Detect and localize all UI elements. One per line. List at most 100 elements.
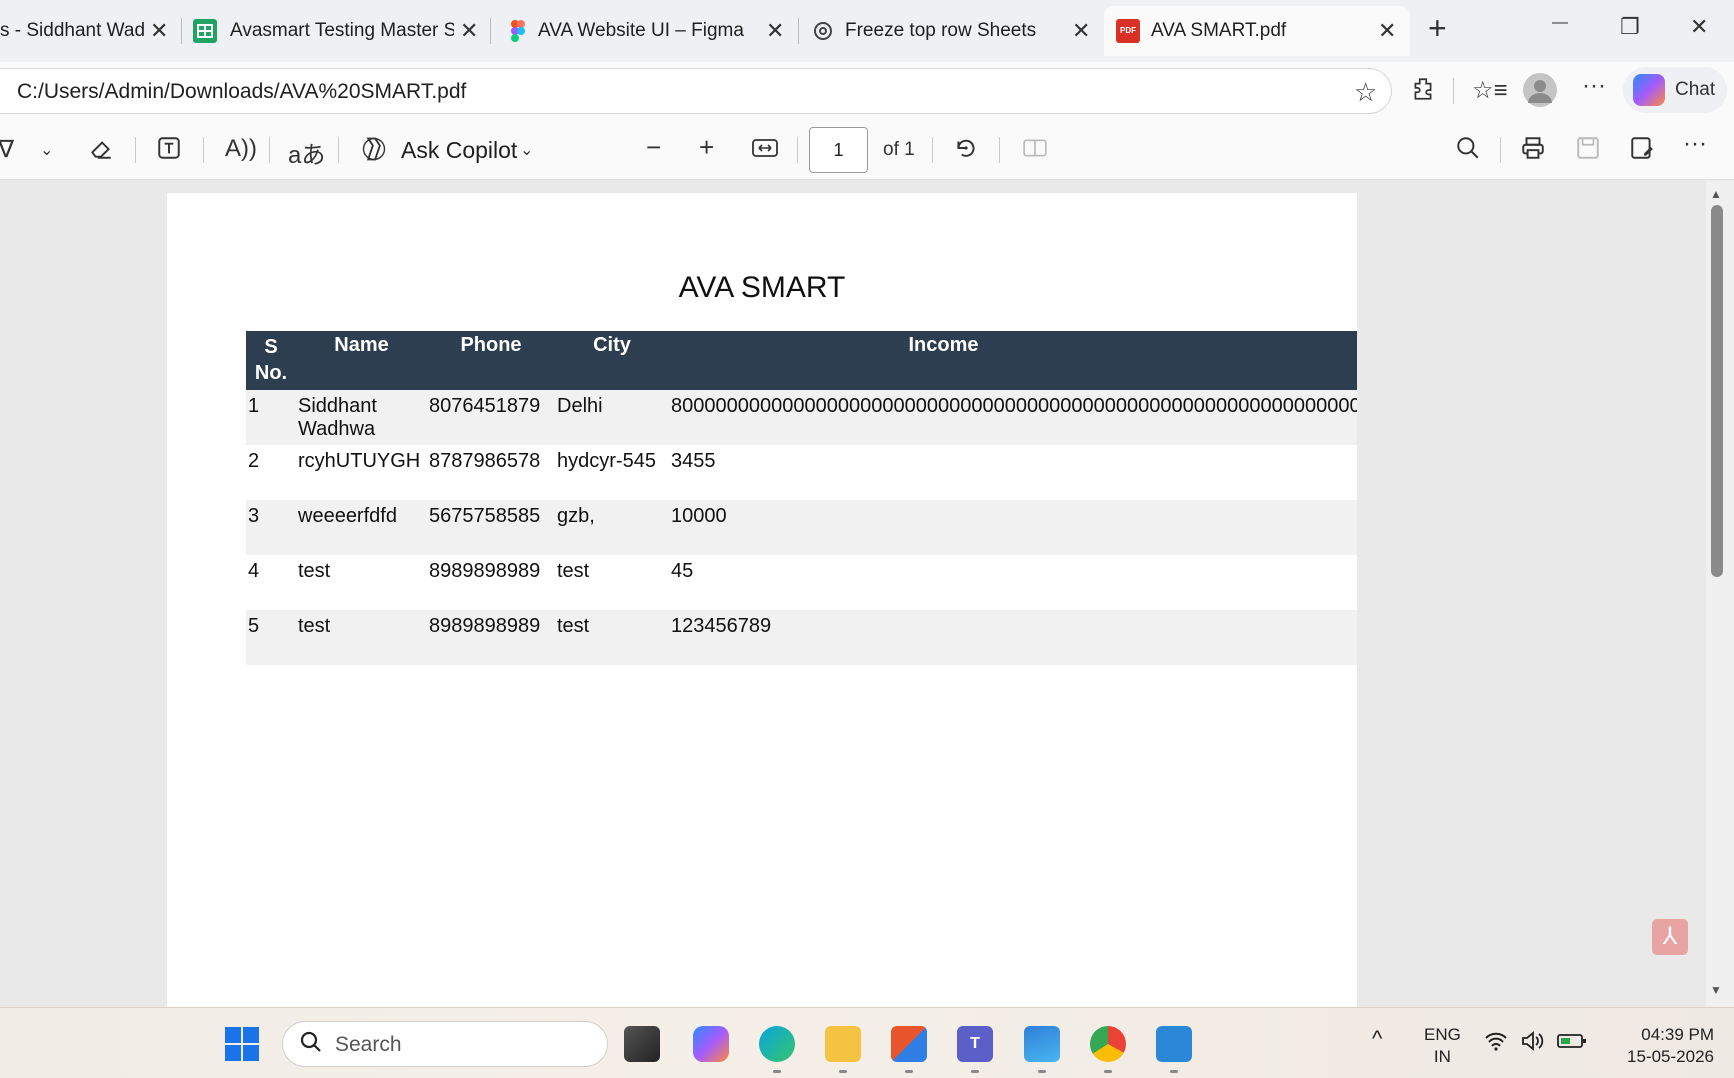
search-placeholder: Search bbox=[335, 1033, 402, 1056]
text-box-icon[interactable] bbox=[156, 135, 182, 168]
tab-label: Freeze top row Sheets bbox=[845, 20, 1037, 41]
document-title: AVA SMART bbox=[678, 271, 846, 304]
chevron-up-icon[interactable]: ^ bbox=[1372, 1026, 1382, 1052]
taskbar-search-box[interactable]: Search bbox=[282, 1021, 608, 1067]
restore-button[interactable]: ❐ bbox=[1620, 14, 1640, 40]
search-icon[interactable] bbox=[1455, 135, 1481, 168]
pdf-icon: PDF bbox=[1116, 19, 1140, 43]
favorites-icon[interactable]: ☆≡ bbox=[1472, 76, 1508, 105]
language-indicator[interactable]: ENG IN bbox=[1424, 1024, 1461, 1068]
new-tab-button[interactable]: + bbox=[1428, 10, 1447, 47]
column-header-phone: Phone bbox=[427, 331, 555, 390]
page-count: of 1 bbox=[883, 139, 915, 160]
tab-freeze-top-row-sheets[interactable]: Freeze top row Sheets ✕ bbox=[805, 6, 1101, 56]
pdf-viewport[interactable]: AVA SMART S No. Name Phone City Income 1… bbox=[0, 181, 1734, 1007]
column-header-name: Name bbox=[296, 331, 427, 390]
draw-icon[interactable]: ∇ bbox=[0, 135, 14, 164]
cell-city: test bbox=[557, 560, 590, 582]
notepad-icon[interactable] bbox=[1156, 1026, 1192, 1062]
fit-to-page-icon[interactable] bbox=[751, 135, 779, 168]
tab-ava-smart-pdf[interactable]: PDF AVA SMART.pdf ✕ bbox=[1104, 6, 1410, 56]
cell-income: 45 bbox=[671, 560, 694, 582]
zoom-in-icon[interactable]: + bbox=[699, 132, 714, 163]
tab-separator bbox=[798, 18, 799, 44]
divider bbox=[1500, 137, 1501, 163]
data-table: S No. Name Phone City Income 1 Siddhant … bbox=[246, 331, 1357, 665]
tab-siddhant-wadhwa[interactable]: s - Siddhant Wadhwa ✕ bbox=[0, 6, 172, 56]
chevron-down-icon[interactable]: ⌄ bbox=[40, 140, 53, 160]
time: 04:39 PM bbox=[1641, 1025, 1714, 1044]
edge-browser-icon[interactable] bbox=[759, 1026, 795, 1062]
more-options-icon[interactable]: ··· bbox=[1582, 72, 1606, 100]
address-bar-row: C:/Users/Admin/Downloads/AVA%20SMART.pdf… bbox=[0, 62, 1734, 120]
volume-icon[interactable] bbox=[1520, 1030, 1546, 1058]
wifi-icon[interactable] bbox=[1484, 1030, 1508, 1058]
copilot-icon bbox=[1633, 74, 1665, 106]
cell-name: weeeerfdfd bbox=[296, 500, 427, 555]
file-explorer-icon[interactable] bbox=[825, 1026, 861, 1062]
copilot-outline-icon[interactable] bbox=[360, 135, 388, 170]
scroll-up-arrow-icon[interactable]: ▲ bbox=[1710, 187, 1722, 201]
running-indicator bbox=[773, 1070, 781, 1073]
close-icon[interactable]: ✕ bbox=[1378, 18, 1396, 44]
print-icon[interactable] bbox=[1520, 135, 1546, 168]
translate-icon[interactable]: aあ bbox=[288, 135, 325, 170]
address-bar[interactable]: C:/Users/Admin/Downloads/AVA%20SMART.pdf… bbox=[0, 68, 1392, 114]
favorite-star-icon[interactable]: ☆ bbox=[1354, 77, 1377, 108]
tab-ava-website-ui-figma[interactable]: AVA Website UI – Figma ✕ bbox=[496, 6, 786, 56]
window-close-button[interactable]: ✕ bbox=[1690, 14, 1708, 40]
photos-icon[interactable] bbox=[1024, 1026, 1060, 1062]
divider bbox=[135, 137, 136, 163]
page-number-input[interactable] bbox=[809, 127, 868, 173]
teams-icon[interactable]: T bbox=[957, 1026, 993, 1062]
eraser-icon[interactable] bbox=[88, 135, 114, 168]
table-row: 4 test 8989898989 test 45 bbox=[246, 555, 1357, 610]
windows-start-icon[interactable] bbox=[224, 1026, 260, 1062]
microsoft-store-icon[interactable] bbox=[891, 1026, 927, 1062]
acrobat-icon[interactable]: ⅄ bbox=[1652, 919, 1688, 955]
clock[interactable]: 04:39 PM 15-05-2026 bbox=[1604, 1024, 1714, 1068]
close-icon[interactable]: ✕ bbox=[460, 18, 478, 44]
minimize-button[interactable]: — bbox=[1552, 14, 1568, 32]
battery-icon[interactable] bbox=[1556, 1030, 1588, 1058]
close-icon[interactable]: ✕ bbox=[150, 18, 168, 44]
running-indicator bbox=[971, 1070, 979, 1073]
cell-name: Siddhant Wadhwa bbox=[296, 390, 427, 445]
chevron-down-icon[interactable]: ⌄ bbox=[520, 140, 533, 160]
zoom-out-icon[interactable]: − bbox=[646, 132, 661, 163]
copilot-chat-button[interactable]: Chat bbox=[1623, 67, 1727, 113]
region-code: IN bbox=[1433, 1047, 1451, 1066]
language-code: ENG bbox=[1424, 1025, 1461, 1044]
scroll-down-arrow-icon[interactable]: ▼ bbox=[1710, 983, 1722, 997]
taskbar: Search T ^ ENG IN 04:39 PM 15-05-2026 bbox=[0, 1007, 1734, 1078]
column-header-income: Income bbox=[669, 331, 1357, 390]
profile-avatar[interactable] bbox=[1523, 73, 1557, 107]
extensions-icon[interactable] bbox=[1410, 76, 1436, 109]
cell-phone: 8989898989 bbox=[427, 610, 555, 665]
chrome-icon[interactable] bbox=[1090, 1026, 1126, 1062]
ask-copilot-button[interactable]: Ask Copilot bbox=[401, 137, 517, 164]
more-options-icon[interactable]: ··· bbox=[1683, 130, 1707, 158]
tab-avasmart-testing-master-sheet[interactable]: Avasmart Testing Master Sheet ✕ bbox=[188, 6, 482, 56]
table-row: 5 test 8989898989 test 123456789 bbox=[246, 610, 1357, 665]
cell-s-no: 4 bbox=[248, 560, 260, 582]
copilot-app-icon[interactable] bbox=[693, 1026, 729, 1062]
column-header-city: City bbox=[555, 331, 669, 390]
close-icon[interactable]: ✕ bbox=[766, 18, 784, 44]
cell-income: 10000 bbox=[669, 500, 1357, 555]
chat-label: Chat bbox=[1675, 79, 1716, 100]
task-view-icon[interactable] bbox=[624, 1026, 660, 1062]
cell-phone: 5675758585 bbox=[427, 500, 555, 555]
read-aloud-icon[interactable]: A)) bbox=[225, 135, 257, 163]
cell-phone: 8076451879 bbox=[427, 390, 555, 445]
running-indicator bbox=[1038, 1070, 1046, 1073]
close-icon[interactable]: ✕ bbox=[1072, 18, 1090, 44]
url-text[interactable]: C:/Users/Admin/Downloads/AVA%20SMART.pdf bbox=[17, 80, 466, 104]
scrollbar-thumb[interactable] bbox=[1711, 205, 1723, 577]
rotate-icon[interactable] bbox=[953, 135, 979, 168]
table-header-row: S No. Name Phone City Income bbox=[246, 331, 1357, 390]
divider bbox=[338, 137, 339, 163]
save-as-icon[interactable] bbox=[1629, 135, 1655, 168]
cell-s-no: 2 bbox=[248, 450, 260, 472]
divider bbox=[932, 137, 933, 163]
